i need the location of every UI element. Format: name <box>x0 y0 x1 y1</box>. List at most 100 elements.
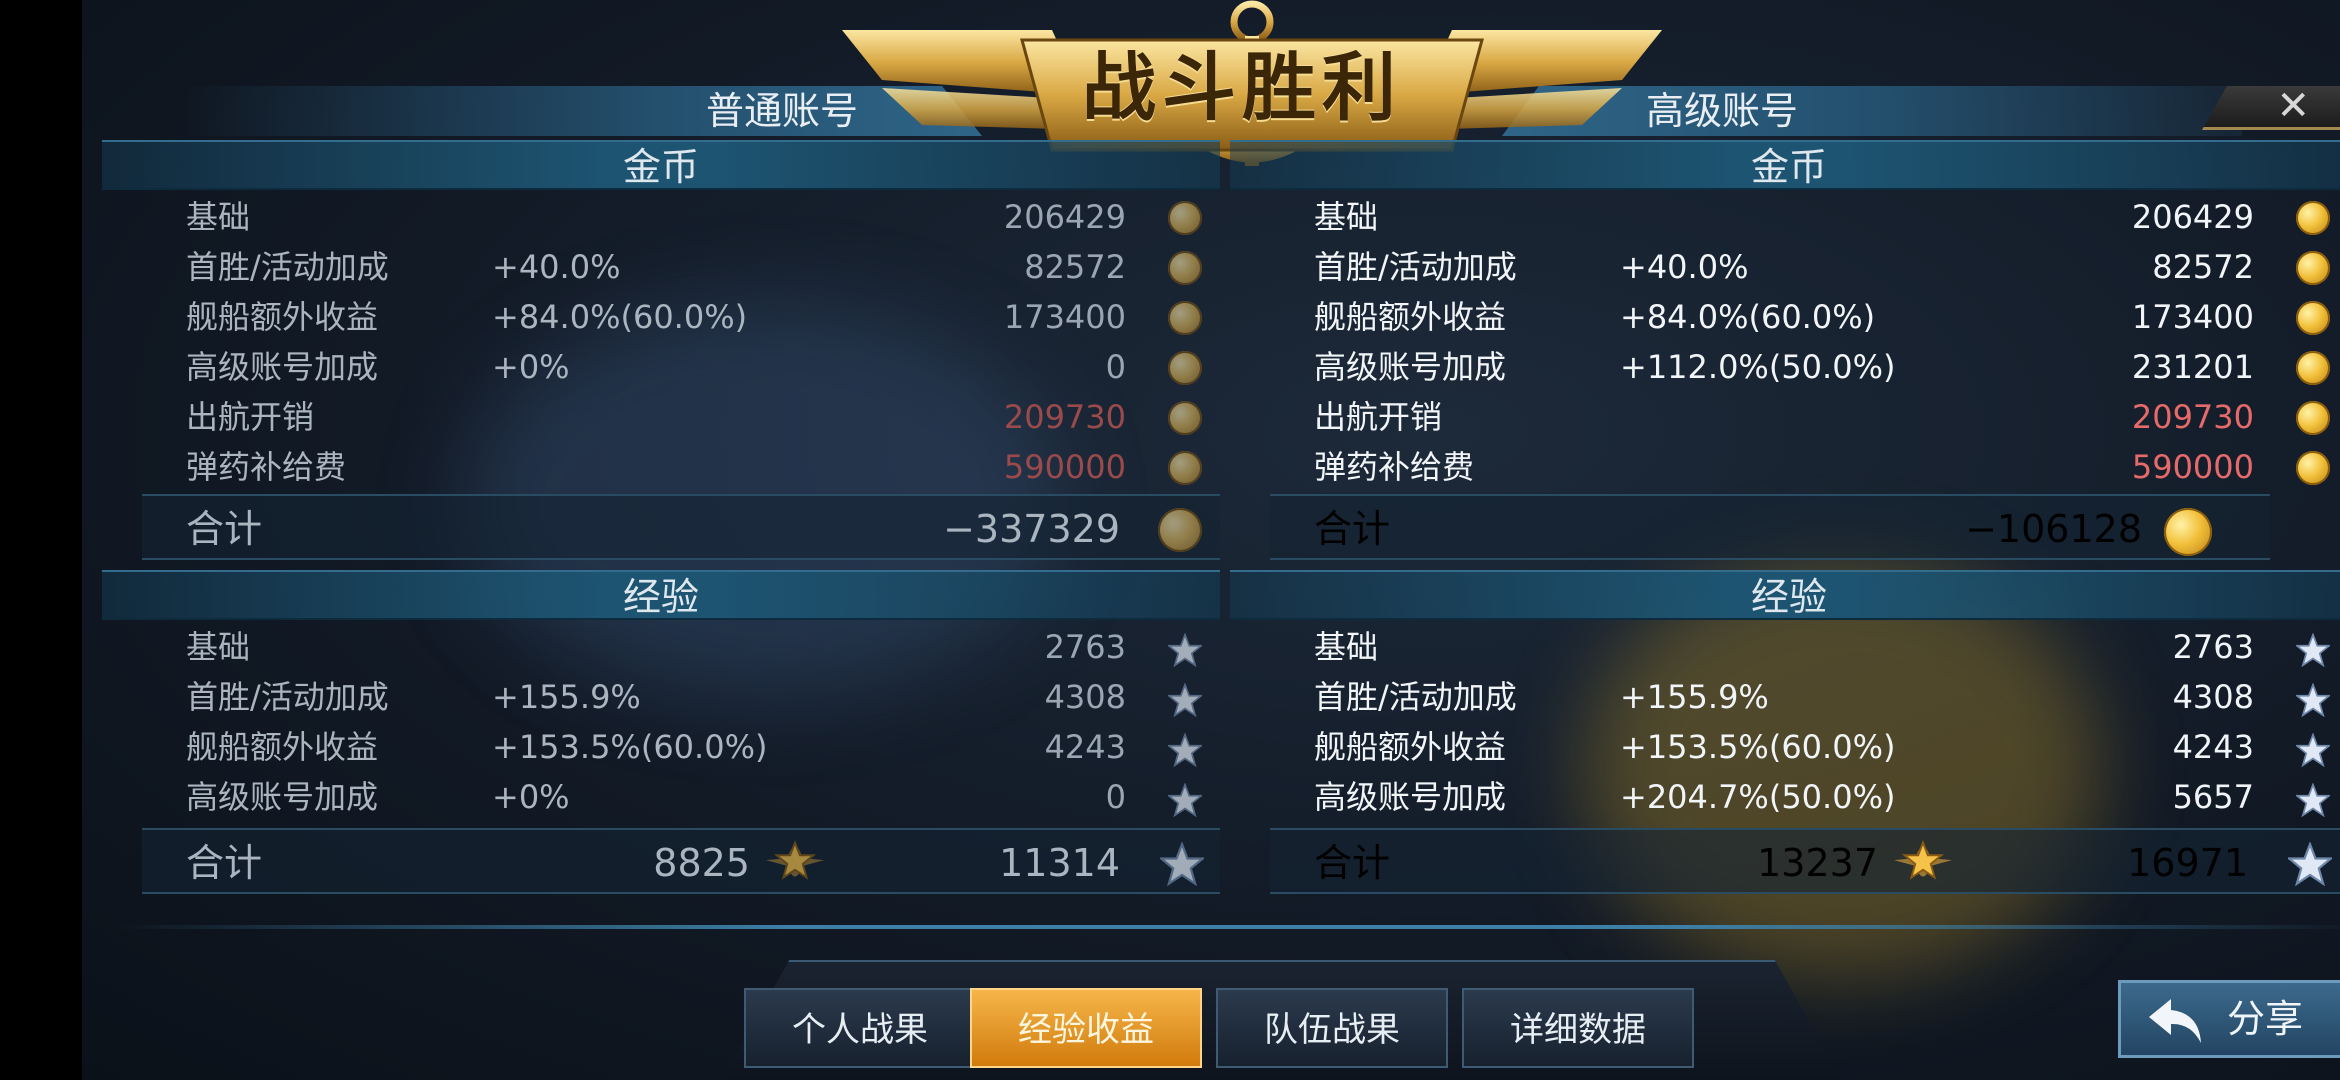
return-arrow-icon <box>2149 999 2201 1043</box>
exp-total-bar: 合计 8825 11314 <box>142 828 1220 894</box>
game-screen: 普通账号 高级账号 ✕ 战斗胜利 金币 基础 206429 首胜/活动加成 +40.0… <box>82 0 2340 1080</box>
row-label: 基础 <box>1314 198 1379 236</box>
gold-coin-icon <box>1168 451 1202 485</box>
victory-title: 战斗胜利 <box>1082 45 1402 131</box>
exp-section-title: 经验 <box>102 570 1220 620</box>
row-bonus-percent: +155.9% <box>1620 678 1769 716</box>
star-icon <box>1166 681 1204 718</box>
row-value: 2763 <box>1044 628 1126 666</box>
row-bonus-percent: +0% <box>492 348 570 386</box>
gold-coin-icon <box>2296 451 2330 485</box>
row-value: 209730 <box>1003 398 1126 436</box>
tab-label: 个人战果 <box>792 1010 928 1050</box>
close-icon[interactable]: ✕ <box>2276 86 2310 128</box>
star-icon <box>2294 781 2332 818</box>
row-label: 高级账号加成 <box>186 778 379 816</box>
tab-exp-earnings[interactable]: 经验收益 <box>970 988 1202 1068</box>
exp-row: 舰船额外收益 +153.5%(60.0%) 4243 <box>1230 722 2340 772</box>
gold-row: 首胜/活动加成 +40.0% 82572 <box>102 242 1220 292</box>
row-bonus-percent: +204.7%(50.0%) <box>1620 778 1896 816</box>
exp-row: 基础 2763 <box>1230 622 2340 672</box>
gold-row: 舰船额外收益 +84.0%(60.0%) 173400 <box>102 292 1220 342</box>
tab-label: 队伍战果 <box>1264 1010 1400 1050</box>
row-label: 舰船额外收益 <box>186 298 379 336</box>
exp-total-value: 16971 <box>2127 841 2248 885</box>
star-icon <box>2286 840 2334 887</box>
gold-row: 高级账号加成 +112.0%(50.0%) 231201 <box>1230 342 2340 392</box>
row-bonus-percent: +155.9% <box>492 678 641 716</box>
gold-coin-icon <box>2296 351 2330 385</box>
row-value: 5657 <box>2172 778 2254 816</box>
star-icon <box>2294 681 2332 718</box>
total-label: 合计 <box>1314 507 1391 551</box>
row-bonus-percent: +40.0% <box>1620 248 1749 286</box>
row-label: 首胜/活动加成 <box>186 248 389 286</box>
exp-row: 高级账号加成 +204.7%(50.0%) 5657 <box>1230 772 2340 822</box>
gold-star-icon <box>766 838 824 888</box>
row-value: 82572 <box>1024 248 1126 286</box>
gold-row: 首胜/活动加成 +40.0% 82572 <box>1230 242 2340 292</box>
tab-label: 经验收益 <box>1018 1010 1154 1050</box>
row-label: 基础 <box>186 198 251 236</box>
tab-team-results[interactable]: 队伍战果 <box>1216 988 1448 1068</box>
star-icon <box>1158 840 1206 887</box>
exp-row: 基础 2763 <box>102 622 1220 672</box>
row-value: 4308 <box>2172 678 2254 716</box>
row-label: 弹药补给费 <box>186 448 347 486</box>
row-value: 2763 <box>2172 628 2254 666</box>
gold-row: 基础 206429 <box>1230 192 2340 242</box>
row-value: 173400 <box>1003 298 1126 336</box>
star-icon <box>2294 731 2332 768</box>
row-value: 4243 <box>1044 728 1126 766</box>
gold-coin-icon <box>1168 201 1202 235</box>
share-button[interactable]: 分享 <box>2118 980 2340 1058</box>
gold-section-title: 金币 <box>1230 140 2340 190</box>
tab-label: 详细数据 <box>1510 1010 1646 1050</box>
star-icon <box>1166 731 1204 768</box>
total-label: 合计 <box>186 507 263 551</box>
row-bonus-percent: +84.0%(60.0%) <box>1620 298 1876 336</box>
gold-row: 弹药补给费 590000 <box>1230 442 2340 492</box>
row-label: 高级账号加成 <box>1314 778 1507 816</box>
row-bonus-percent: +40.0% <box>492 248 621 286</box>
row-value: 82572 <box>2152 248 2254 286</box>
row-value: 590000 <box>2131 448 2254 486</box>
gold-total-bar: 合计 −106128 <box>1270 494 2270 560</box>
gold-row: 高级账号加成 +0% 0 <box>102 342 1220 392</box>
row-value: 590000 <box>1003 448 1126 486</box>
gold-coin-icon <box>1168 351 1202 385</box>
total-label: 合计 <box>1314 841 1391 885</box>
divider <box>112 925 2340 929</box>
row-bonus-percent: +153.5%(60.0%) <box>1620 728 1896 766</box>
gold-row: 弹药补给费 590000 <box>102 442 1220 492</box>
gold-row: 出航开销 209730 <box>102 392 1220 442</box>
tab-detailed-data[interactable]: 详细数据 <box>1462 988 1694 1068</box>
row-label: 舰船额外收益 <box>186 728 379 766</box>
row-value: 231201 <box>2131 348 2254 386</box>
row-bonus-percent: +0% <box>492 778 570 816</box>
row-label: 高级账号加成 <box>1314 348 1507 386</box>
gold-coin-icon <box>2296 251 2330 285</box>
exp-row: 舰船额外收益 +153.5%(60.0%) 4243 <box>102 722 1220 772</box>
row-label: 高级账号加成 <box>186 348 379 386</box>
row-label: 首胜/活动加成 <box>1314 248 1517 286</box>
row-bonus-percent: +112.0%(50.0%) <box>1620 348 1896 386</box>
row-label: 出航开销 <box>1314 398 1443 436</box>
gold-coin-icon <box>2164 508 2212 556</box>
row-label: 基础 <box>186 628 251 666</box>
row-label: 舰船额外收益 <box>1314 728 1507 766</box>
gold-total-bar: 合计 −337329 <box>142 494 1220 560</box>
gold-row: 出航开销 209730 <box>1230 392 2340 442</box>
captain-exp-total-value: 8825 <box>653 841 750 885</box>
row-bonus-percent: +84.0%(60.0%) <box>492 298 748 336</box>
tab-personal-results[interactable]: 个人战果 <box>744 988 976 1068</box>
total-label: 合计 <box>186 841 263 885</box>
star-icon <box>2294 631 2332 668</box>
exp-total-value: 11314 <box>999 841 1120 885</box>
row-value: 0 <box>1105 348 1126 386</box>
row-value: 4308 <box>1044 678 1126 716</box>
row-value: 206429 <box>2131 198 2254 236</box>
gold-row: 基础 206429 <box>102 192 1220 242</box>
exp-section-title: 经验 <box>1230 570 2340 620</box>
gold-coin-icon <box>2296 201 2330 235</box>
